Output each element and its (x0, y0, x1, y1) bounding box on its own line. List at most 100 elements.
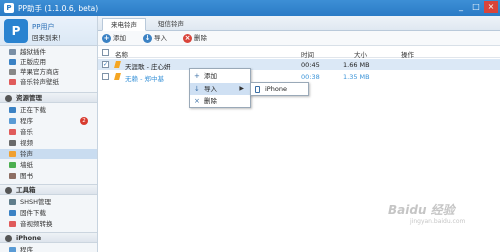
sidebar-item-label: 音乐铃声壁纸 (20, 78, 59, 86)
firmware-icon (9, 210, 16, 216)
column-name[interactable]: 名称 (115, 49, 128, 59)
sidebar-section-toolbox[interactable]: 工具箱 (0, 184, 97, 195)
import-submenu: iPhone (250, 82, 309, 96)
row-checkbox[interactable]: ✓ (102, 61, 109, 68)
sidebar-item-label: 音视频转换 (20, 220, 53, 228)
sidebar-item-firmware[interactable]: 固件下载 (0, 208, 97, 218)
toolbar: + 添加 ↓ 导入 × 删除 (98, 31, 500, 46)
delete-label: 删除 (194, 34, 207, 42)
column-size[interactable]: 大小 (354, 49, 367, 59)
import-icon: ↓ (143, 34, 152, 43)
wallpaper-icon (9, 162, 16, 168)
sidebar-item-books[interactable]: 图书 (0, 171, 97, 181)
sidebar-section-resources[interactable]: 资源管理 (0, 92, 97, 103)
video-icon (9, 140, 16, 146)
sidebar-item-programs[interactable]: 程序 2 (0, 116, 97, 126)
user-name[interactable]: PP用户 (32, 22, 54, 32)
table-row[interactable]: 无赖 - 郑中基 00:38 1.35 MB (98, 71, 500, 83)
sidebar-item-label: 固件下载 (20, 209, 46, 217)
ringtone-time: 00:45 (301, 61, 320, 69)
select-all-checkbox[interactable] (102, 49, 109, 56)
shsh-icon (9, 199, 16, 205)
sidebar-item-label: 正版应用 (20, 58, 46, 66)
table-header: 名称 时间 大小 操作 (98, 47, 500, 59)
user-panel: P PP用户 回来到来！ (0, 16, 97, 46)
tab-bar: 来电铃声 短信铃声 (98, 16, 500, 31)
sidebar-item-label: 墙纸 (20, 161, 33, 169)
sidebar-section-iphone[interactable]: iPhone (0, 232, 97, 243)
ringtone-size: 1.66 MB (343, 61, 370, 69)
sidebar-item-video[interactable]: 视频 (0, 138, 97, 148)
iphone-icon (5, 235, 12, 242)
watermark-url: jingyan.baidu.com (410, 218, 466, 225)
add-icon: + (102, 34, 111, 43)
maximize-button[interactable]: □ (469, 1, 483, 13)
count-badge: 2 (80, 117, 88, 125)
ringtone-size: 1.35 MB (343, 73, 370, 81)
app-icon (9, 59, 16, 65)
sidebar-item-iphone-programs[interactable]: 程序 (0, 245, 97, 252)
title-bar: P PP助手 (1.1.0.6, beta) _ □ × (0, 0, 500, 16)
sidebar-item-label: 图书 (20, 172, 33, 180)
sidebar-item-label: 苹果官方商店 (20, 68, 59, 76)
sidebar-item-wallpaper[interactable]: 墙纸 (0, 160, 97, 170)
convert-icon (9, 221, 16, 227)
window-controls: _ □ × (454, 1, 498, 13)
sidebar-section-title: 工具箱 (16, 186, 36, 194)
submenu-item-iphone[interactable]: iPhone (251, 84, 308, 95)
context-menu-label: 添加 (204, 72, 217, 80)
delete-icon: × (194, 97, 200, 105)
sidebar-item-label: 视频 (20, 139, 33, 147)
program-icon (9, 118, 16, 124)
sidebar-item-ringtones[interactable]: 铃声 (0, 149, 97, 159)
sidebar-item-jailbreak-plugins[interactable]: 越狱插件 (0, 47, 97, 57)
book-icon (9, 173, 16, 179)
context-menu-label: 删除 (204, 97, 217, 105)
tab-sms-ringtones[interactable]: 短信铃声 (150, 18, 192, 31)
sidebar-item-shsh[interactable]: SHSH管理 (0, 197, 97, 207)
sidebar-item-label: 正在下载 (20, 106, 46, 114)
sidebar-item-label: SHSH管理 (20, 198, 52, 206)
context-menu-import[interactable]: ↓ 导入 ▶ (190, 83, 250, 95)
delete-icon: × (183, 34, 192, 43)
toolbox-icon (5, 187, 12, 194)
add-icon: + (194, 72, 200, 80)
minimize-button[interactable]: _ (454, 1, 468, 13)
user-greeting: 回来到来！ (32, 34, 65, 42)
sidebar-item-label: 音乐 (20, 128, 33, 136)
context-menu-add[interactable]: + 添加 (190, 70, 250, 82)
import-button[interactable]: ↓ 导入 (143, 34, 167, 43)
column-time[interactable]: 时间 (301, 49, 314, 59)
sidebar-item-apple-store[interactable]: 苹果官方商店 (0, 67, 97, 77)
music-icon (9, 79, 16, 85)
column-action: 操作 (401, 51, 414, 59)
sidebar-section-title: iPhone (16, 234, 42, 242)
import-label: 导入 (154, 34, 167, 42)
sidebar-item-av-convert[interactable]: 音视频转换 (0, 219, 97, 229)
context-menu-label: 导入 (204, 85, 217, 93)
add-label: 添加 (113, 34, 126, 42)
tab-call-ringtones[interactable]: 来电铃声 (102, 18, 146, 31)
context-menu: + 添加 ↓ 导入 ▶ × 删除 (189, 68, 251, 108)
download-icon (9, 107, 16, 113)
context-menu-delete[interactable]: × 删除 (190, 95, 250, 107)
bell-icon (9, 151, 16, 157)
sidebar-item-music-ringtone-wallpaper[interactable]: 音乐铃声壁纸 (0, 77, 97, 87)
sidebar-item-music[interactable]: 音乐 (0, 127, 97, 137)
sidebar-item-genuine-apps[interactable]: 正版应用 (0, 57, 97, 67)
delete-button[interactable]: × 删除 (183, 34, 207, 43)
ringtone-icon (114, 61, 121, 68)
avatar[interactable]: P (4, 19, 28, 43)
add-button[interactable]: + 添加 (102, 34, 126, 43)
store-icon (9, 69, 16, 75)
close-button[interactable]: × (484, 1, 498, 13)
sidebar-item-label: 越狱插件 (20, 48, 46, 56)
resource-icon (5, 95, 12, 102)
ringtone-name: 无赖 - 郑中基 (125, 75, 164, 83)
program-icon (9, 247, 16, 252)
sidebar: P PP用户 回来到来！ 越狱插件 正版应用 苹果官方商店 音乐铃声壁纸 资源管… (0, 16, 98, 252)
sidebar-item-downloading[interactable]: 正在下载 (0, 105, 97, 115)
row-checkbox[interactable] (102, 73, 109, 80)
table-row[interactable]: ✓ 天涯歌 - 庄心妍 00:45 1.66 MB (98, 59, 500, 71)
submenu-arrow-icon: ▶ (239, 85, 244, 92)
